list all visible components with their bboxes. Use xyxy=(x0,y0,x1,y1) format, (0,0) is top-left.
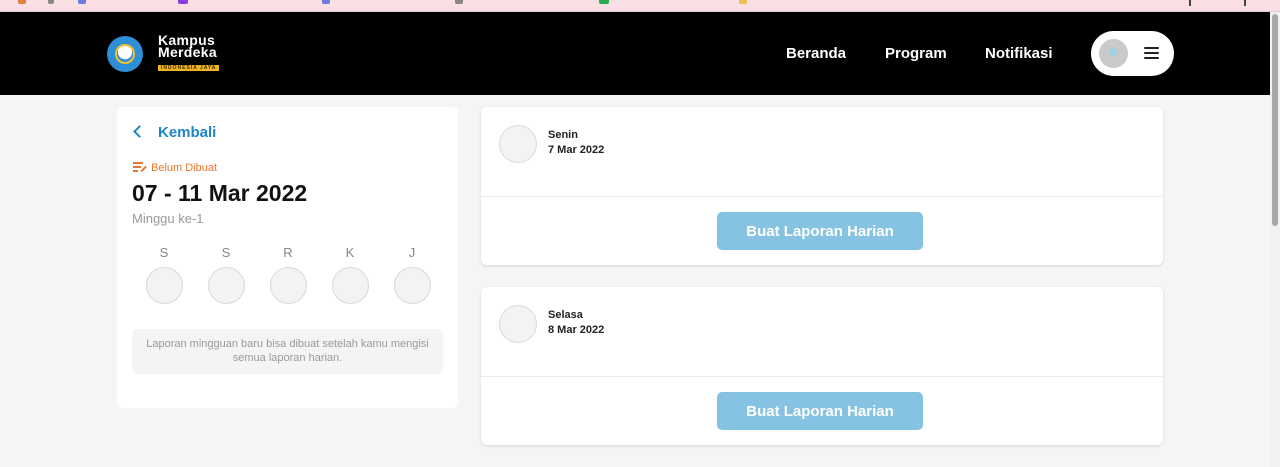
day-status-circle[interactable] xyxy=(145,267,183,304)
card-divider xyxy=(481,196,1163,197)
daily-report-card-selasa: Selasa 8 Mar 2022 Buat Laporan Harian xyxy=(481,287,1163,445)
nav-link-program[interactable]: Program xyxy=(885,45,947,62)
card-divider xyxy=(481,376,1163,377)
edit-list-icon xyxy=(133,162,147,172)
nav-link-notifikasi[interactable]: Notifikasi xyxy=(985,45,1053,62)
day-name: Senin xyxy=(548,129,578,141)
day-indicator-jumat: J xyxy=(392,245,432,304)
day-status-circle xyxy=(499,305,537,343)
chevron-left-icon xyxy=(133,125,146,138)
kampus-merdeka-logo[interactable]: Kampus Merdeka INDONESIA JAYA xyxy=(158,33,232,71)
day-letter: S xyxy=(159,245,169,260)
avatar xyxy=(1099,39,1128,68)
browser-bookmark-strip xyxy=(0,0,1280,12)
day-date: 7 Mar 2022 xyxy=(548,144,605,156)
week-number: Minggu ke-1 xyxy=(132,211,204,226)
day-letter: J xyxy=(408,245,416,260)
day-status-circle xyxy=(499,125,537,163)
create-daily-report-button[interactable]: Buat Laporan Harian xyxy=(717,392,923,430)
nav-link-beranda[interactable]: Beranda xyxy=(786,45,846,62)
back-link[interactable]: Kembali xyxy=(133,124,217,141)
kemdikbud-logo-icon[interactable] xyxy=(107,36,143,72)
weekly-report-info-note: Laporan mingguan baru bisa dibuat setela… xyxy=(132,329,443,374)
day-indicator-rabu: R xyxy=(268,245,308,304)
weekly-summary-card: Kembali Belum Dibuat 07 - 11 Mar 2022 Mi… xyxy=(117,107,458,408)
status-label: Belum Dibuat xyxy=(151,162,218,174)
day-indicator-selasa: S xyxy=(206,245,246,304)
day-indicator-senin: S xyxy=(144,245,184,304)
top-navbar: Kampus Merdeka INDONESIA JAYA Beranda Pr… xyxy=(0,12,1270,95)
day-status-circle[interactable] xyxy=(269,267,307,304)
back-link-label: Kembali xyxy=(158,124,217,141)
create-daily-report-button[interactable]: Buat Laporan Harian xyxy=(717,212,923,250)
week-range-title: 07 - 11 Mar 2022 xyxy=(132,180,308,206)
page-scrollbar[interactable] xyxy=(1270,12,1280,467)
status-badge: Belum Dibuat xyxy=(133,161,217,174)
day-indicator-kamis: K xyxy=(330,245,370,304)
day-letter: S xyxy=(221,245,231,260)
day-letter: R xyxy=(283,245,293,260)
hamburger-menu-icon xyxy=(1144,47,1159,59)
day-name: Selasa xyxy=(548,309,583,321)
logo-tagline: INDONESIA JAYA xyxy=(158,65,220,71)
day-letter: K xyxy=(345,245,355,260)
day-status-circle[interactable] xyxy=(207,267,245,304)
logo-line-2: Merdeka xyxy=(158,44,217,60)
user-menu-button[interactable] xyxy=(1091,31,1174,76)
daily-report-card-senin: Senin 7 Mar 2022 Buat Laporan Harian xyxy=(481,107,1163,265)
day-status-circle[interactable] xyxy=(331,267,369,304)
day-date: 8 Mar 2022 xyxy=(548,324,605,336)
scrollbar-thumb[interactable] xyxy=(1272,14,1278,226)
day-status-circle[interactable] xyxy=(393,267,431,304)
